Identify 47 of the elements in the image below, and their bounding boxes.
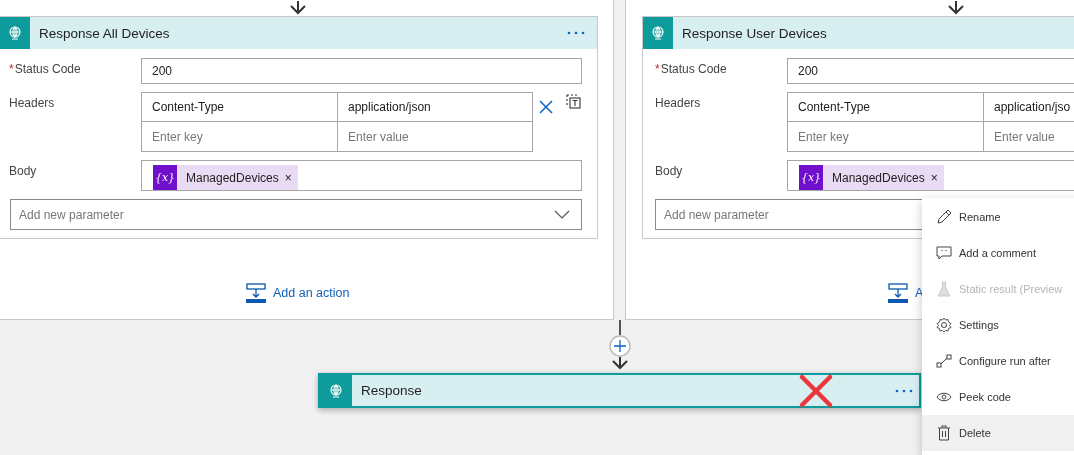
body-field[interactable]: {x} ManagedDevices × bbox=[141, 160, 582, 191]
arrow-icon bbox=[288, 1, 308, 15]
connected-squares-icon bbox=[936, 353, 952, 369]
trash-icon bbox=[936, 425, 952, 441]
flask-icon bbox=[936, 281, 952, 297]
comment-icon bbox=[936, 245, 952, 261]
add-action-link[interactable]: Add an action bbox=[246, 283, 350, 303]
pencil-icon bbox=[936, 209, 952, 225]
close-icon[interactable] bbox=[539, 100, 553, 114]
field-label: *Status Code bbox=[655, 61, 728, 76]
add-parameter-dropdown[interactable]: Add new parameter bbox=[10, 199, 582, 230]
more-icon[interactable] bbox=[567, 31, 585, 35]
insert-step-icon bbox=[888, 283, 908, 303]
globe-icon bbox=[650, 25, 666, 41]
card-header[interactable]: Response All Devices bbox=[0, 17, 597, 49]
arrow-icon bbox=[946, 1, 966, 15]
menu-item[interactable]: Peek code bbox=[922, 379, 1074, 415]
field-label: Headers bbox=[9, 95, 56, 110]
field-label: Body bbox=[655, 163, 684, 178]
menu-item[interactable]: Rename bbox=[922, 199, 1074, 235]
menu-item[interactable]: Configure run after bbox=[922, 343, 1074, 379]
card-title: Response User Devices bbox=[682, 25, 828, 41]
add-step-icon[interactable] bbox=[609, 335, 631, 357]
body-field[interactable]: {x} ManagedDevices × bbox=[787, 160, 1074, 191]
globe-icon bbox=[328, 382, 344, 399]
menu-item[interactable]: Add a comment bbox=[922, 235, 1074, 271]
menu-item[interactable]: Delete bbox=[922, 415, 1074, 451]
arrow-icon bbox=[610, 357, 630, 370]
gear-icon bbox=[936, 317, 952, 333]
status-code-field[interactable]: 200 bbox=[141, 58, 582, 84]
insert-step-icon bbox=[246, 283, 266, 303]
response-action-card[interactable]: Response bbox=[318, 373, 921, 408]
card-title: Response All Devices bbox=[39, 25, 171, 41]
header-value-field[interactable]: application/json bbox=[337, 93, 532, 122]
field-label: Body bbox=[9, 163, 38, 178]
token-chip[interactable]: {x} ManagedDevices × bbox=[799, 165, 944, 190]
text-mode-icon[interactable] bbox=[566, 94, 581, 109]
more-icon[interactable] bbox=[895, 388, 913, 393]
menu-item[interactable]: Settings bbox=[922, 307, 1074, 343]
globe-icon bbox=[7, 25, 23, 41]
status-code-field[interactable]: 200 bbox=[787, 58, 1074, 84]
field-label: *Status Code bbox=[9, 61, 82, 76]
token-chip[interactable]: {x} ManagedDevices × bbox=[153, 165, 298, 190]
card-header[interactable]: Response User Devices bbox=[643, 17, 1074, 49]
card-title: Response bbox=[361, 383, 423, 398]
field-label: Headers bbox=[655, 95, 702, 110]
header-value-field[interactable]: application/jso bbox=[983, 93, 1074, 122]
